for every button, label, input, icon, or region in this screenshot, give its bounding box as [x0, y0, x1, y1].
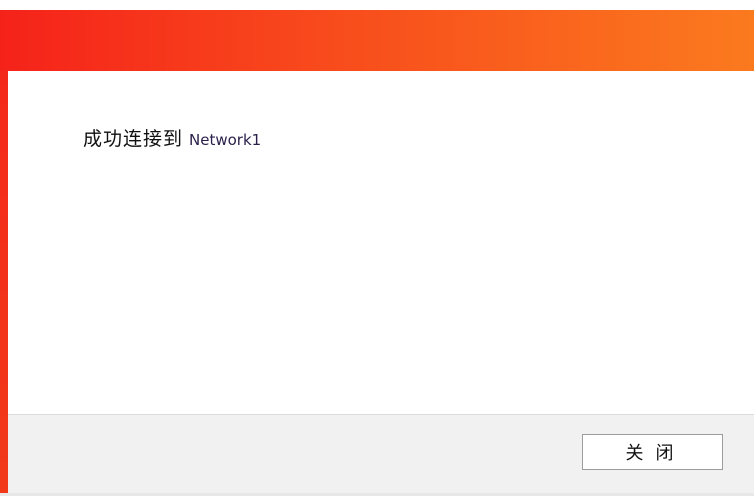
- network-name: Network1: [189, 131, 262, 149]
- dialog-content: [8, 71, 754, 414]
- connection-status-message: 成功连接到 Network1: [83, 124, 261, 150]
- close-button[interactable]: 关闭: [582, 434, 723, 470]
- connection-success-dialog: 成功连接到 Network1 关闭: [0, 0, 754, 496]
- dialog-left-border: [0, 71, 8, 494]
- message-prefix: 成功连接到: [83, 128, 184, 150]
- dialog-title-bar: [0, 10, 754, 71]
